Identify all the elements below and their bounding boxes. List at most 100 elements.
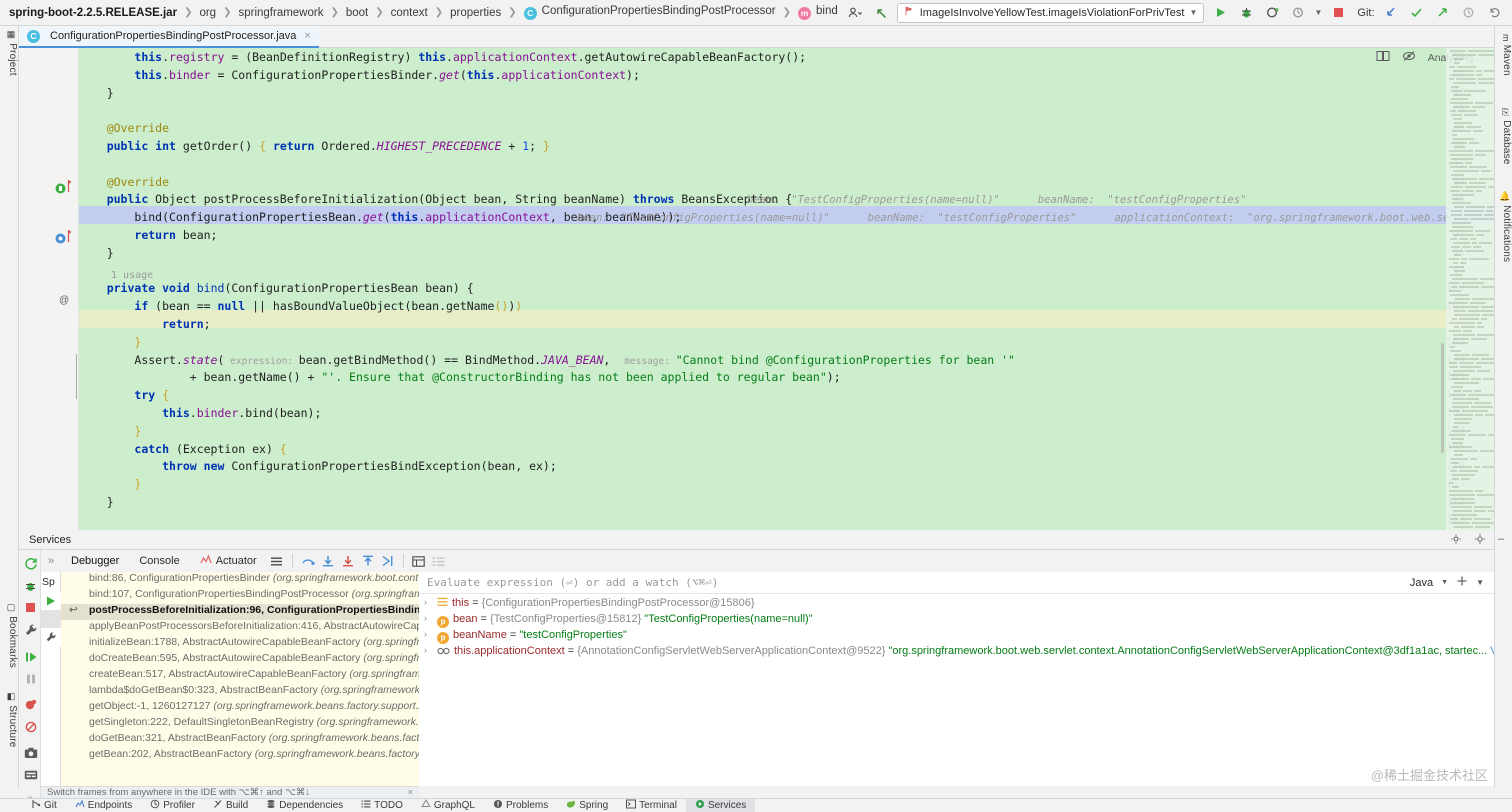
status-bar-item-build[interactable]: Build [204,799,257,812]
status-bar-item-problems[interactable]: Problems [484,799,557,812]
tab-actuator[interactable]: Actuator [190,550,267,572]
run-to-cursor-icon[interactable] [378,552,398,570]
code-line-89[interactable]: @Override [79,120,169,138]
code-line-94[interactable]: @Override [79,174,169,192]
code-line-105[interactable]: + bean.getName() + "'. Ensure that @Cons… [79,369,841,387]
frame-item[interactable]: bind:107, ConfigurationPropertiesBinding… [61,588,419,604]
profiler-dropdown-icon[interactable] [845,3,865,23]
tool-window-bookmarks[interactable]: ▢ Bookmarks [1,603,18,668]
view-value-link[interactable]: View [1487,645,1494,657]
git-update-project-icon[interactable] [1381,3,1401,23]
code-line-85[interactable]: this.registry = (BeanDefinitionRegistry)… [79,49,806,67]
evaluate-expression-bar[interactable]: Evaluate expression (⏎) or add a watch (… [419,572,1494,594]
rerun-debug-icon[interactable] [22,577,39,594]
variable-row[interactable]: › this.applicationContext = {AnnotationCo… [419,645,1494,661]
git-history-icon[interactable] [1459,3,1479,23]
inspections-off-icon[interactable] [1402,50,1416,65]
tab-debugger[interactable]: Debugger [61,550,129,572]
override-marker-icon[interactable]: @ [59,295,69,306]
frame-item[interactable]: doGetBean:321, AbstractBeanFactory (org.… [61,732,419,748]
git-push-icon[interactable] [1433,3,1453,23]
breadcrumb-item-2[interactable]: springframework [231,7,330,19]
code-line-108[interactable]: } [79,423,141,441]
code-line-97[interactable]: return bean; [79,227,217,245]
code-line-107[interactable]: this.binder.bind(bean); [79,405,321,423]
step-out-icon[interactable] [358,552,378,570]
run-configuration-selector[interactable]: x ImageIsInvolveYellowTest.imageIsViolat… [896,2,1205,23]
editor-scrollbar-thumb[interactable] [1441,343,1444,453]
breadcrumb-item-3[interactable]: boot [339,7,375,19]
status-bar-item-services[interactable]: Services [685,798,756,812]
code-content[interactable]: this.registry = (BeanDefinitionRegistry)… [79,48,1494,530]
frame-item[interactable]: applyBeanPostProcessorsBeforeInitializat… [61,620,419,636]
tool-window-structure[interactable]: ◧ Structure [1,692,18,748]
undo-icon[interactable] [1485,3,1505,23]
services-tree-config-row[interactable] [41,628,61,646]
frame-item[interactable]: getSingleton:222, DefaultSingletonBeanRe… [61,716,419,732]
code-line-95[interactable]: public Object postProcessBeforeInitializ… [79,191,792,209]
language-selector-label[interactable]: Java [1410,577,1433,589]
memory-view-icon[interactable] [22,766,39,783]
frame-item[interactable]: bind:86, ConfigurationPropertiesBinder (… [61,572,419,588]
tool-window-project[interactable]: ▦ Project [1,30,18,76]
layout-settings-icon[interactable] [267,552,287,570]
evaluate-expression-icon[interactable] [409,552,429,570]
variable-row[interactable]: › p bean = {TestConfigProperties@15812} "T… [419,613,1494,629]
code-line-87[interactable]: } [79,85,114,103]
step-into-icon[interactable] [318,552,338,570]
variable-row[interactable]: › p beanName = "testConfigProperties" [419,629,1494,645]
tool-window-notifications[interactable]: 🔔 Notifications [1495,191,1512,262]
frame-item[interactable]: doCreateBean:595, AbstractAutowireCapabl… [61,652,419,668]
services-tree-selected-row[interactable] [41,610,61,628]
profile-dropdown-chevron-icon[interactable]: ▼ [1314,3,1322,23]
services-tree-run-row[interactable] [41,592,61,610]
variable-row[interactable]: › this = {ConfigurationPropertiesBindingP… [419,597,1494,613]
code-line-103[interactable]: } [79,334,141,352]
status-bar-item-endpoints[interactable]: Endpoints [66,799,141,812]
profile-button[interactable] [1288,3,1308,23]
frame-item[interactable]: ↩ postProcessBeforeInitialization:96, Con… [61,604,419,620]
code-line-104[interactable]: Assert.state( expression: bean.getBindMe… [79,352,1015,370]
settings-list-icon[interactable] [429,552,449,570]
code-line-101[interactable]: if (bean == null || hasBoundValueObject(… [79,298,522,316]
tab-console[interactable]: Console [129,550,189,572]
code-line-90[interactable]: public int getOrder() { return Ordered.H… [79,138,550,156]
editor-minimap[interactable] [1446,48,1494,530]
debug-button[interactable] [1236,3,1256,23]
status-bar-item-graphql[interactable]: GraphQL [412,799,484,812]
chevron-right-icon[interactable]: › [424,645,427,655]
camera-snapshot-icon[interactable] [22,744,39,761]
frame-item[interactable]: getBean:202, AbstractBeanFactory (org.sp… [61,748,419,764]
code-line-86[interactable]: this.binder = ConfigurationPropertiesBin… [79,67,640,85]
expand-tabs-icon[interactable]: » [41,552,61,570]
breadcrumb-item-1[interactable]: org [192,7,223,19]
variables-panel[interactable]: › this = {ConfigurationPropertiesBindingP… [419,594,1494,786]
usage-count-hint[interactable]: 1 usage [111,267,153,285]
breadcrumb-item-6[interactable]: C ConfigurationPropertiesBindingPostProce… [517,5,783,20]
chevron-right-icon[interactable]: › [424,613,427,623]
force-step-into-icon[interactable] [338,552,358,570]
resume-program-icon[interactable] [22,648,39,665]
mute-breakpoints-icon[interactable] [22,718,39,735]
run-with-coverage-button[interactable] [1262,3,1282,23]
stop-button[interactable] [1328,3,1348,23]
code-line-112[interactable]: } [79,494,114,512]
frame-item[interactable]: createBean:517, AbstractAutowireCapableB… [61,668,419,684]
code-editor[interactable]: 8586878889909394959697989910010110210310… [19,48,1494,530]
services-options-icon[interactable] [1474,533,1486,548]
breadcrumb-item-4[interactable]: context [384,7,435,19]
settings-wrench-icon[interactable] [22,621,39,638]
frame-item[interactable]: lambda$doGetBean$0:323, AbstractBeanFact… [61,684,419,700]
breadcrumb-item-0[interactable]: spring-boot-2.2.5.RELEASE.jar [9,7,184,19]
frame-item[interactable]: initializeBean:1788, AbstractAutowireCap… [61,636,419,652]
services-minimize-icon[interactable]: – [1498,533,1504,548]
language-chevron-icon[interactable]: ▼ [1441,579,1448,586]
tool-window-maven[interactable]: m Maven [1495,34,1512,76]
chevron-right-icon[interactable]: › [424,629,427,639]
editor-tab[interactable]: C ConfigurationPropertiesBindingPostProc… [19,26,319,48]
status-bar-item-git[interactable]: Git [22,799,66,812]
reading-mode-icon[interactable] [1376,50,1390,65]
git-commit-icon[interactable] [1407,3,1427,23]
breadcrumb-item-5[interactable]: properties [443,7,508,19]
frame-item[interactable]: getObject:-1, 1260127127 (org.springfram… [61,700,419,716]
